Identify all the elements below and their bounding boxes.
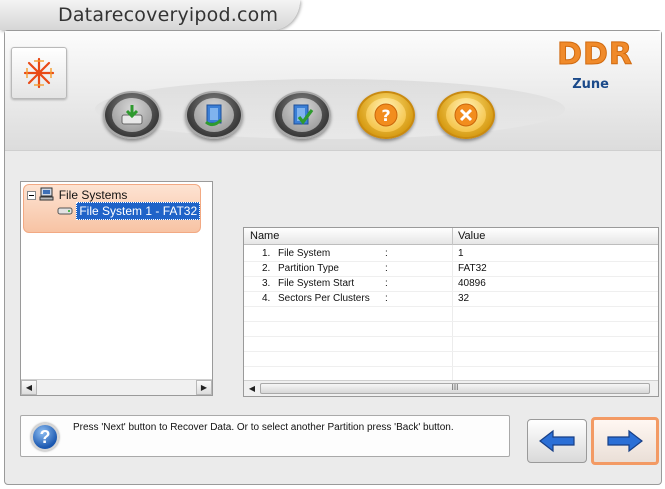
row-name: File System Start <box>278 278 355 289</box>
status-message: Press 'Next' button to Recover Data. Or … <box>73 422 454 433</box>
back-button[interactable] <box>527 419 587 463</box>
column-value-header[interactable]: Value <box>458 230 485 242</box>
load-arrow-icon <box>205 104 223 127</box>
close-icon <box>454 103 478 127</box>
row-separator: : <box>385 293 388 304</box>
svg-text:?: ? <box>381 106 390 125</box>
tree-horizontal-scrollbar[interactable]: ◀ ▶ <box>21 379 212 395</box>
tree-root-label: File Systems <box>58 188 128 202</box>
table-row-empty <box>244 337 658 352</box>
row-name: Sectors Per Clusters <box>278 293 370 304</box>
table-row[interactable]: 3. File System Start : 40896 <box>244 277 658 292</box>
app-window: DDR Zune ? File Systems File System 1 - … <box>4 30 662 485</box>
column-divider[interactable] <box>452 228 453 245</box>
table-row-empty <box>244 307 658 322</box>
list-header: Name Value <box>244 228 658 245</box>
row-value: 1 <box>458 248 464 259</box>
row-number: 3. <box>262 278 271 289</box>
tree-child-label: File System 1 - FAT32 <box>76 202 201 220</box>
help-button[interactable]: ? <box>357 91 415 139</box>
row-value: 40896 <box>458 278 486 289</box>
list-horizontal-scrollbar[interactable]: ◀ III <box>244 380 658 396</box>
open-drive-button[interactable] <box>103 91 161 139</box>
table-row-empty <box>244 352 658 367</box>
snowflake-logo-icon <box>23 57 55 89</box>
help-info-icon: ? <box>31 423 59 451</box>
status-panel: ? Press 'Next' button to Recover Data. O… <box>20 415 510 457</box>
scroll-right-arrow-icon[interactable]: ▶ <box>196 380 212 395</box>
scroll-left-arrow-icon[interactable]: ◀ <box>244 381 260 396</box>
row-separator: : <box>385 248 388 259</box>
save-button[interactable] <box>273 91 331 139</box>
row-name: Partition Type <box>278 263 339 274</box>
tree-item-root[interactable]: File Systems <box>27 187 127 202</box>
row-value: FAT32 <box>458 263 487 274</box>
app-logo <box>11 47 67 99</box>
watermark-text: Datarecoveryipod.com <box>58 4 279 26</box>
row-separator: : <box>385 263 388 274</box>
scroll-left-arrow-icon[interactable]: ◀ <box>21 380 37 395</box>
load-button[interactable] <box>185 91 243 139</box>
column-name-header[interactable]: Name <box>250 230 279 242</box>
arrow-right-icon <box>607 429 643 453</box>
brand-logo: DDR <box>557 37 633 73</box>
drive-icon <box>57 207 73 215</box>
drive-download-icon <box>121 105 143 125</box>
help-glyph: ? <box>39 426 51 447</box>
row-number: 2. <box>262 263 271 274</box>
row-number: 1. <box>262 248 271 259</box>
watermark-banner: Datarecoveryipod.com <box>0 0 300 30</box>
brand-subtitle: Zune <box>572 77 609 92</box>
next-button[interactable] <box>591 417 659 465</box>
save-check-icon <box>293 104 314 125</box>
question-icon: ? <box>374 103 398 127</box>
row-name: File System <box>278 248 331 259</box>
computer-icon <box>39 187 54 201</box>
scroll-thumb[interactable]: III <box>260 383 650 394</box>
row-separator: : <box>385 278 388 289</box>
table-row[interactable]: 2. Partition Type : FAT32 <box>244 262 658 277</box>
collapse-minus-icon[interactable] <box>27 191 36 200</box>
file-system-tree[interactable]: File Systems File System 1 - FAT32 ◀ ▶ <box>20 181 213 396</box>
table-row-empty <box>244 322 658 337</box>
table-row[interactable]: 4. Sectors Per Clusters : 32 <box>244 292 658 307</box>
header-band: DDR Zune ? <box>5 31 661 151</box>
arrow-left-icon <box>539 429 575 453</box>
scroll-grip: III <box>451 383 459 392</box>
partition-info-list[interactable]: Name Value 1. File System : 1 2. Partiti… <box>243 227 659 397</box>
row-value: 32 <box>458 293 470 304</box>
row-number: 4. <box>262 293 271 304</box>
exit-button[interactable] <box>437 91 495 139</box>
tree-item-fs1[interactable]: File System 1 - FAT32 <box>57 202 201 220</box>
table-row[interactable]: 1. File System : 1 <box>244 247 658 262</box>
